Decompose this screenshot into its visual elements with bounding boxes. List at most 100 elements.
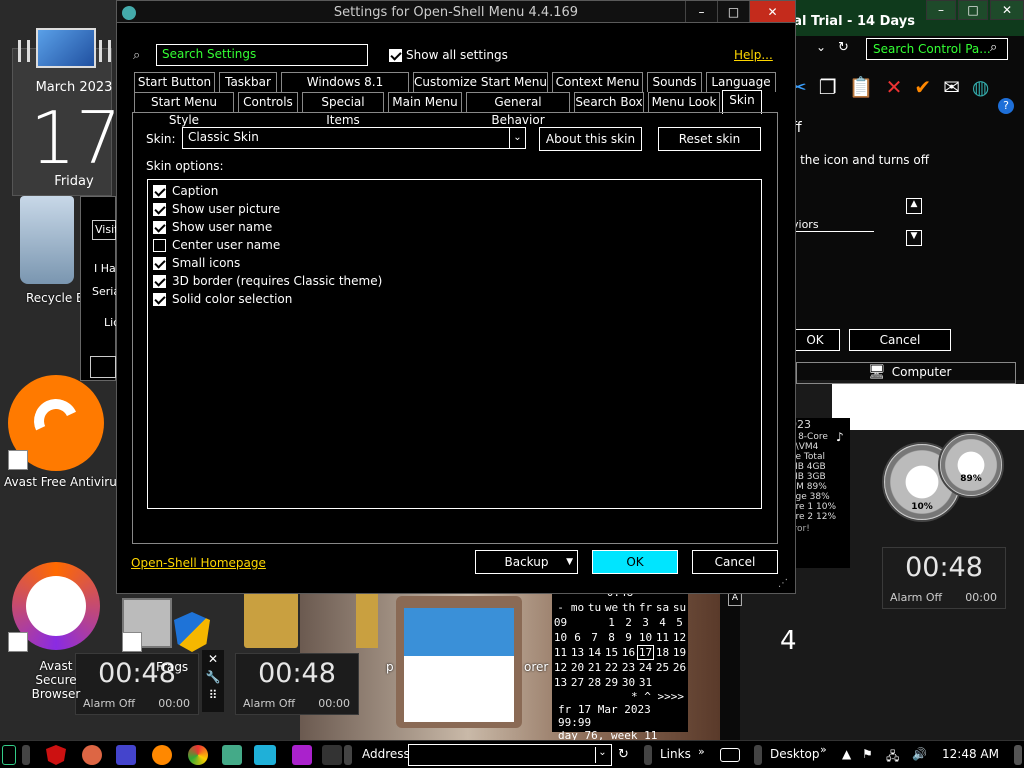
copy-icon[interactable]: ❐ <box>819 75 837 99</box>
skin-dropdown[interactable]: Classic Skin ⌄ <box>182 127 526 149</box>
mini-calendar-gadget[interactable]: 0:48 - mo tu we th fr sa su 091234510678… <box>552 586 688 755</box>
show-all-settings-checkbox[interactable]: Show all settings <box>389 48 508 62</box>
avast-icon[interactable] <box>152 745 172 765</box>
address-input[interactable]: ⌄ <box>408 744 612 766</box>
alarm-clock-gadget[interactable]: 00:48 Alarm Off 00:00 <box>882 547 1006 609</box>
grip-icon[interactable] <box>644 745 652 765</box>
mini-calendar-cell[interactable]: 21 <box>586 661 603 674</box>
folder-icon[interactable] <box>356 588 378 648</box>
tab-start-button[interactable]: Start Button <box>134 72 215 92</box>
mini-calendar-cell[interactable]: 13 <box>569 646 586 659</box>
tab-skin[interactable]: Skin <box>722 90 762 114</box>
spinner-down-button[interactable]: ▼ <box>906 230 922 246</box>
help-icon[interactable]: ? <box>998 98 1014 114</box>
mini-calendar-cell[interactable]: 7 <box>586 631 603 644</box>
resize-grip-icon[interactable]: ⋰ <box>778 578 788 589</box>
mini-calendar-cell[interactable]: 29 <box>603 676 620 689</box>
option-small-icons[interactable]: Small icons <box>153 254 240 272</box>
grip-icon[interactable]: ⠿ <box>209 688 218 702</box>
mini-calendar-cell[interactable]: 24 <box>637 661 654 674</box>
search-control-panel-input[interactable]: Search Control Pa... <box>866 38 1008 60</box>
mini-calendar-cell[interactable]: 10 <box>637 631 654 644</box>
mail-icon[interactable]: ✉ <box>943 75 960 99</box>
backup-button[interactable]: Backup ▼ <box>475 550 578 574</box>
gear-icon[interactable] <box>116 745 136 765</box>
help-link[interactable]: Help... <box>734 48 773 62</box>
taskbar-clock[interactable]: 12:48 AM <box>942 747 999 761</box>
tab-sounds[interactable]: Sounds <box>647 72 702 92</box>
grip-icon[interactable] <box>754 745 762 765</box>
about-skin-button[interactable]: About this skin <box>539 127 642 151</box>
monitor-icon[interactable] <box>36 28 96 68</box>
chevron-right-icon[interactable]: » <box>820 743 827 756</box>
paste-icon[interactable]: 📋 <box>849 75 874 99</box>
mini-calendar-cell[interactable]: 30 <box>620 676 637 689</box>
tab-windows-81-settings[interactable]: Windows 8.1 Settings <box>281 72 409 107</box>
checkbox[interactable] <box>153 256 166 270</box>
option-caption[interactable]: Caption <box>153 182 218 200</box>
checkbox[interactable] <box>389 48 402 62</box>
globe-icon[interactable]: ◍ <box>972 75 989 99</box>
refresh-icon[interactable]: ↻ <box>618 747 629 762</box>
mini-calendar-cell[interactable]: 5 <box>671 616 688 629</box>
mini-calendar-cell[interactable]: 25 <box>654 661 671 674</box>
shield-icon[interactable] <box>46 745 66 765</box>
bg-minimize-button[interactable]: – <box>926 0 956 20</box>
open-shell-homepage-link[interactable]: Open-Shell Homepage <box>131 556 266 570</box>
alarm-clock-gadget[interactable]: 00:48 Alarm Off 00:00 <box>235 653 359 715</box>
spinner-up-button[interactable]: ▲ <box>906 198 922 214</box>
folder-icon[interactable] <box>244 588 298 648</box>
mini-calendar-cell[interactable]: 4 <box>654 616 671 629</box>
tab-main-menu[interactable]: Main Menu <box>388 92 462 112</box>
search-settings-input[interactable]: Search Settings <box>156 44 368 66</box>
app-icon[interactable] <box>292 745 312 765</box>
show-desktop-button[interactable] <box>1014 745 1022 765</box>
shield-icon[interactable] <box>174 612 210 652</box>
tab-start-menu-style[interactable]: Start Menu Style <box>134 92 234 127</box>
mini-calendar-cell[interactable]: 27 <box>569 676 586 689</box>
tab-language[interactable]: Language <box>706 72 776 92</box>
checkbox[interactable] <box>153 220 166 234</box>
tab-controls[interactable]: Controls <box>238 92 298 112</box>
ok-button[interactable]: OK <box>592 550 678 574</box>
wrench-icon[interactable]: 🔧 <box>206 670 221 684</box>
option-show-user-picture[interactable]: Show user picture <box>153 200 280 218</box>
app-icon[interactable] <box>322 745 342 765</box>
close-button[interactable]: ✕ <box>749 1 795 23</box>
delete-icon[interactable]: ✕ <box>886 75 903 99</box>
mini-calendar-cell[interactable]: 12 <box>671 631 688 644</box>
covered-button[interactable] <box>90 356 116 378</box>
grip-icon[interactable] <box>344 745 352 765</box>
mini-calendar-cell[interactable]: 22 <box>603 661 620 674</box>
remote-desktop-icon[interactable] <box>222 745 242 765</box>
mini-calendar-cell[interactable]: 16 <box>620 646 637 659</box>
mini-calendar-cell[interactable]: 6 <box>569 631 586 644</box>
caret-up-icon[interactable]: ▲ <box>842 747 851 761</box>
notepad-gadget[interactable]: configured <box>396 596 522 728</box>
option-solid-color-selection[interactable]: Solid color selection <box>153 290 292 308</box>
minimize-button[interactable]: – <box>685 1 717 23</box>
checkbox[interactable] <box>153 274 166 288</box>
mini-calendar-cell[interactable]: 3 <box>637 616 654 629</box>
mini-calendar-cell[interactable]: 17 <box>637 645 654 660</box>
bg-cancel-button[interactable]: Cancel <box>849 329 951 351</box>
mini-calendar-cell[interactable]: 31 <box>637 676 654 689</box>
mini-calendar-cell[interactable]: 15 <box>603 646 620 659</box>
check-icon[interactable]: ✔ <box>914 75 931 99</box>
bg-ok-button[interactable]: OK <box>790 329 840 351</box>
mini-calendar-cell[interactable]: 11 <box>654 631 671 644</box>
tab-search-box[interactable]: Search Box <box>574 92 644 112</box>
mini-calendar-cell[interactable]: 26 <box>671 661 688 674</box>
bg-close-button[interactable]: ✕ <box>990 0 1024 20</box>
computer-item[interactable]: 🖥 Computer <box>868 364 951 380</box>
mini-calendar-cell[interactable]: 28 <box>586 676 603 689</box>
mini-calendar-cell[interactable]: 18 <box>654 646 671 659</box>
checkbox[interactable] <box>153 184 166 198</box>
file-explorer-icon[interactable] <box>254 745 276 765</box>
chrome-icon[interactable] <box>188 745 208 765</box>
mini-calendar-cell[interactable]: 19 <box>671 646 688 659</box>
ccleaner-icon[interactable] <box>82 745 102 765</box>
mini-calendar-cell[interactable]: 2 <box>620 616 637 629</box>
chevron-down-icon[interactable]: ⌄ <box>595 747 609 763</box>
reset-skin-button[interactable]: Reset skin <box>658 127 761 151</box>
